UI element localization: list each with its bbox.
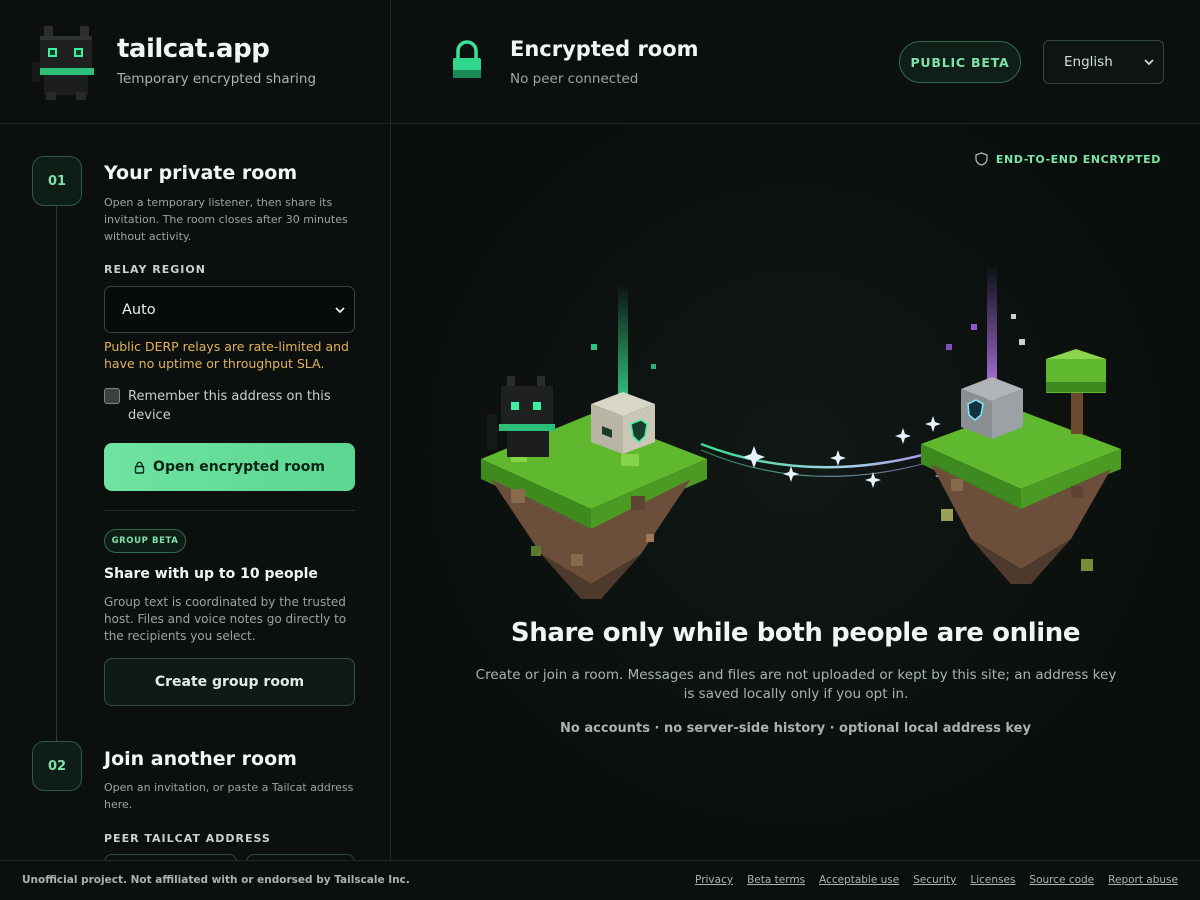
right-island: [921, 409, 1121, 584]
brand-name: tailcat.app: [117, 34, 270, 64]
step1-title: Your private room: [104, 162, 298, 184]
voxel-tree: [1046, 349, 1106, 434]
voxel-cat: [487, 376, 555, 457]
step2-title: Join another room: [104, 748, 297, 770]
timeline-line: [56, 204, 57, 744]
footer-link-licenses[interactable]: Licenses: [970, 874, 1015, 886]
group-description: Group text is coordinated by the trusted…: [104, 595, 347, 643]
chevron-down-icon: [1144, 59, 1154, 66]
e2e-indicator: END-TO-END ENCRYPTED: [975, 152, 1161, 166]
sidebar: 01 Your private room Open a temporary li…: [0, 124, 391, 860]
section-divider: [104, 510, 355, 511]
relay-region-label: RELAY REGION: [104, 263, 206, 276]
sparkles: [743, 416, 951, 488]
top-header: tailcat.app Temporary encrypted sharing …: [0, 0, 1200, 124]
footer-link-acceptable-use[interactable]: Acceptable use: [819, 874, 899, 886]
right-cube: [961, 377, 1023, 439]
group-title: Share with up to 10 people: [104, 566, 318, 582]
voxel-cat-logo: [32, 26, 94, 100]
hero-illustration: [481, 264, 1121, 599]
hero-note: No accounts · no server-side history · o…: [560, 721, 1031, 736]
language-select[interactable]: English: [1043, 40, 1164, 84]
shield-icon: [975, 152, 988, 166]
open-encrypted-room-label: Open encrypted room: [153, 459, 325, 475]
padlock-icon: [453, 40, 481, 78]
peer-address-label: PEER TAILCAT ADDRESS: [104, 832, 271, 845]
step2-description: Open an invitation, or paste a Tailcat a…: [104, 781, 354, 811]
relay-region-value: Auto: [122, 301, 156, 318]
footer-link-report-abuse[interactable]: Report abuse: [1108, 874, 1178, 886]
open-encrypted-room-button[interactable]: Open encrypted room: [104, 443, 355, 491]
left-cube: [591, 392, 655, 454]
footer-links: Privacy Beta terms Acceptable use Securi…: [695, 874, 1178, 886]
step-badge-02: 02: [32, 741, 82, 791]
remember-address-label[interactable]: Remember this address on this device: [128, 387, 348, 425]
room-status: No peer connected: [510, 71, 639, 87]
brand-tagline: Temporary encrypted sharing: [117, 71, 317, 87]
footer-link-security[interactable]: Security: [913, 874, 956, 886]
relay-region-select[interactable]: Auto: [104, 286, 355, 333]
particles: [591, 314, 1025, 369]
hero-description: Create or join a room. Messages and file…: [475, 667, 1117, 702]
footer: Unofficial project. Not affiliated with …: [0, 860, 1200, 900]
relay-warning: Public DERP relays are rate-limited and …: [104, 339, 349, 371]
step-badge-01: 01: [32, 156, 82, 206]
main-panel: END-TO-END ENCRYPTED Share only while bo…: [391, 124, 1200, 860]
hero-title: Share only while both people are online: [510, 618, 1081, 648]
e2e-label: END-TO-END ENCRYPTED: [995, 152, 1161, 166]
step1-description: Open a temporary listener, then share it…: [104, 196, 348, 243]
public-beta-button[interactable]: PUBLIC BETA: [899, 41, 1021, 83]
footer-link-privacy[interactable]: Privacy: [695, 874, 733, 886]
remember-address-checkbox[interactable]: [104, 388, 120, 404]
brand-block: tailcat.app Temporary encrypted sharing: [0, 0, 391, 123]
chevron-down-icon: [335, 307, 345, 314]
lock-icon: [134, 461, 145, 474]
create-group-room-button[interactable]: Create group room: [104, 658, 355, 706]
footer-disclaimer: Unofficial project. Not affiliated with …: [22, 874, 410, 886]
group-beta-badge: GROUP BETA: [104, 529, 186, 553]
footer-link-beta-terms[interactable]: Beta terms: [747, 874, 805, 886]
room-title: Encrypted room: [510, 37, 699, 61]
language-select-value: English: [1064, 54, 1113, 70]
footer-link-source-code[interactable]: Source code: [1029, 874, 1094, 886]
